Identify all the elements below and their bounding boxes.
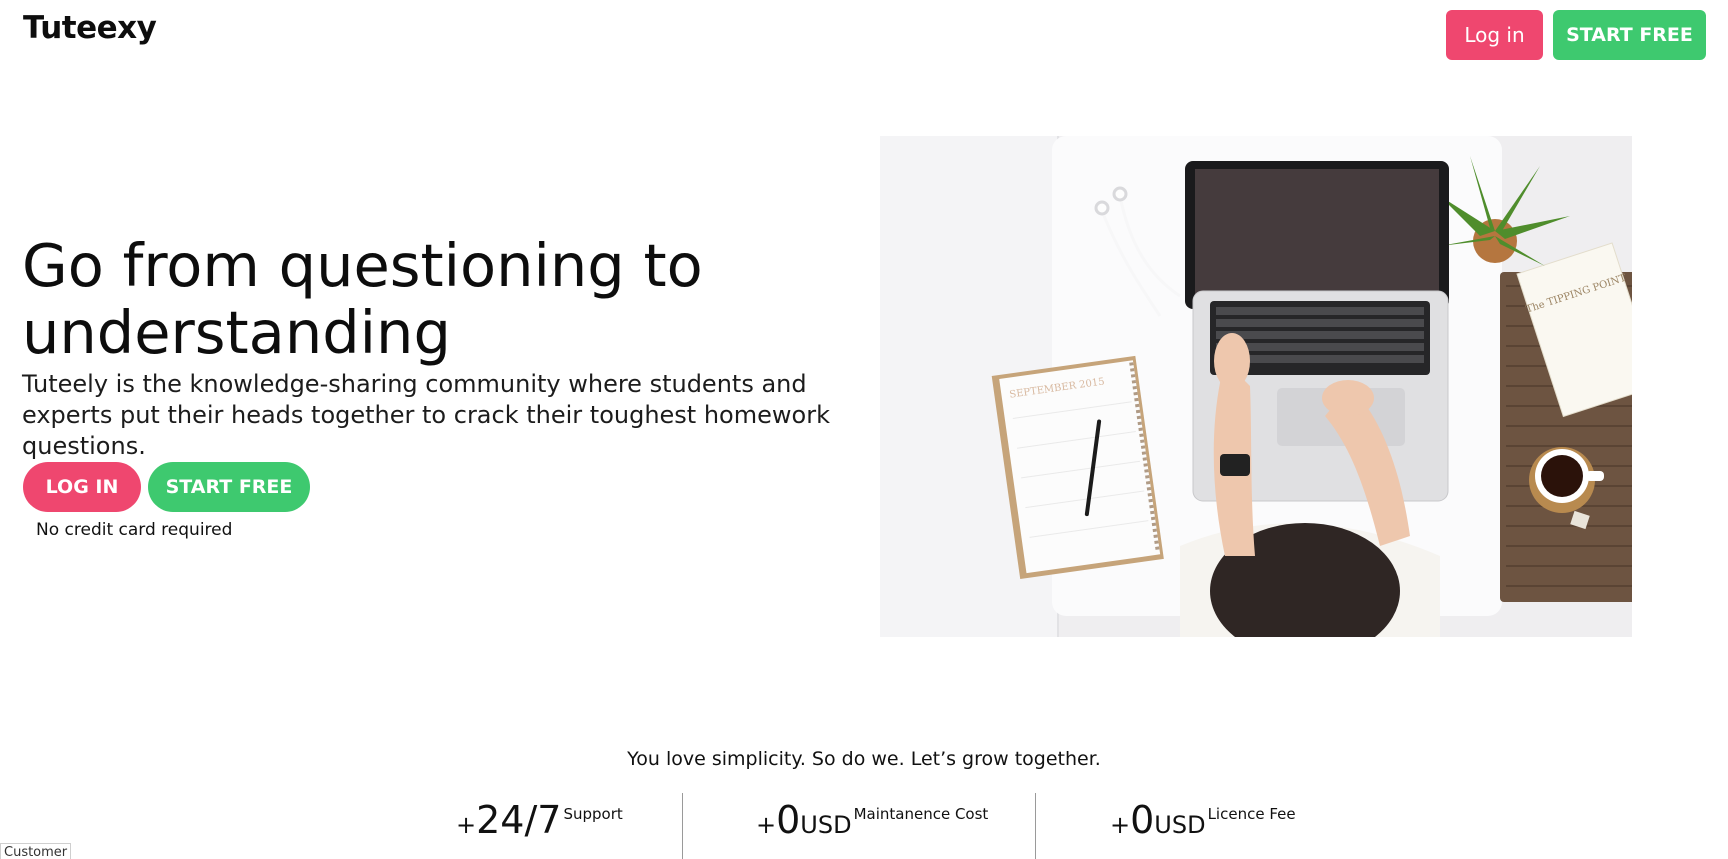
hero-subtitle: Tuteely is the knowledge-sharing communi… [22, 370, 830, 460]
stat-prefix: + [456, 811, 477, 839]
stat-maintenance-cost: + 0 USD Maintanence Cost [756, 798, 988, 842]
header-login-button[interactable]: Log in [1446, 10, 1543, 60]
site-logo[interactable]: Tuteexy [23, 10, 157, 46]
hero-start-free-button[interactable]: START FREE [148, 462, 310, 512]
stat-unit: USD [1154, 811, 1206, 839]
notebook: SEPTEMBER 2015 [991, 355, 1164, 580]
stat-value: 0 [776, 798, 801, 842]
stat-prefix: + [1110, 811, 1131, 839]
customer-tab[interactable]: Customer [0, 843, 72, 859]
stat-support: + 24/7 Support [456, 798, 623, 842]
header-start-free-button[interactable]: START FREE [1553, 10, 1706, 60]
stat-label: Licence Fee [1207, 805, 1296, 823]
stat-unit: USD [800, 811, 852, 839]
stat-divider [682, 793, 683, 859]
landing-page: Tuteexy Log in START FREE Go from questi… [0, 0, 1728, 859]
stat-divider [1035, 793, 1036, 859]
stat-label: Maintanence Cost [853, 805, 989, 823]
stat-label: Support [563, 805, 623, 823]
no-credit-card-note: No credit card required [36, 520, 233, 540]
stats-tagline: You love simplicity. So do we. Let’s gro… [627, 748, 1101, 770]
stat-value: 0 [1130, 798, 1155, 842]
hero-title: Go from questioning to understanding [22, 231, 703, 367]
hero-image: The TIPPING POINT SEPTEMBER 2015 [880, 136, 1632, 637]
stat-licence-fee: + 0 USD Licence Fee [1110, 798, 1296, 842]
hero-login-button[interactable]: LOG IN [23, 462, 141, 512]
desk-illustration: The TIPPING POINT SEPTEMBER 2015 [880, 136, 1632, 637]
stat-value: 24/7 [476, 798, 562, 842]
stat-prefix: + [756, 811, 777, 839]
